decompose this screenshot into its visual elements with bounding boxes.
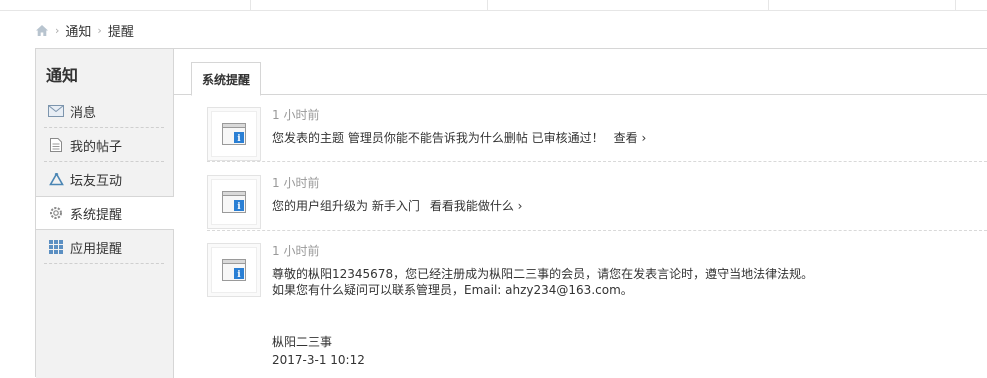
notice-avatar: i (207, 107, 261, 161)
sidebar-item-messages[interactable]: 消息 (36, 94, 173, 128)
sidebar-item-label: 我的帖子 (70, 139, 123, 155)
breadcrumb-item-notice[interactable]: 通知 (65, 21, 91, 40)
notice-item: i 1 小时前 尊敬的枞阳12345678，您已经注册成为枞阳二三事的会员，请您… (207, 237, 987, 378)
notice-text: 您的用户组升级为 新手入门 (272, 199, 420, 213)
top-strip-divider (768, 0, 769, 11)
sidebar-item-label: 应用提醒 (70, 241, 123, 257)
document-icon (48, 138, 64, 152)
top-strip-divider (955, 0, 956, 11)
notice-text: 您发表的主题 管理员你能不能告诉我为什么删帖 已审核通过！ (272, 131, 604, 145)
notice-item: i 1 小时前 您的用户组升级为 新手入门 看看我能做什么 › (207, 169, 987, 231)
system-notice-icon: i (211, 111, 257, 157)
notice-avatar: i (207, 243, 261, 297)
svg-text:i: i (237, 134, 241, 144)
breadcrumb-separator: › (97, 23, 102, 37)
breadcrumb-item-reminder[interactable]: 提醒 (108, 21, 134, 40)
sidebar-title: 通知 (46, 66, 79, 85)
breadcrumb-separator: › (55, 23, 60, 37)
svg-text:i: i (237, 270, 241, 280)
sidebar: 通知 消息 我的帖子 坛友互动 系统提醒 应用提醒 (36, 49, 174, 378)
recycle-icon (48, 172, 64, 186)
content-area: 系统提醒 i 1 小时前 您发表的主题 管理员你能不能告诉我为什么删帖 已审核通… (174, 49, 987, 378)
tab-system-reminder[interactable]: 系统提醒 (191, 62, 262, 96)
sidebar-item-label: 消息 (70, 105, 97, 121)
sidebar-item-interaction[interactable]: 坛友互动 (36, 162, 173, 196)
notice-time: 1 小时前 (272, 108, 320, 122)
notice-text: 尊敬的枞阳12345678，您已经注册成为枞阳二三事的会员，请您在发表言论时，遵… (272, 267, 814, 281)
breadcrumb: › 通知 › 提醒 (35, 20, 134, 40)
grid-icon (48, 240, 64, 254)
divider (44, 263, 164, 264)
sidebar-item-label: 系统提醒 (70, 207, 123, 223)
gear-icon (48, 206, 64, 220)
sidebar-item-app-reminder[interactable]: 应用提醒 (36, 230, 173, 264)
sidebar-item-my-posts[interactable]: 我的帖子 (36, 128, 173, 162)
view-link[interactable]: 查看 › (614, 131, 647, 145)
notice-avatar: i (207, 175, 261, 229)
main-frame: 通知 消息 我的帖子 坛友互动 系统提醒 应用提醒 系统提醒 i 1 小时前 您… (35, 48, 987, 378)
notice-time: 1 小时前 (272, 244, 320, 258)
notice-text-line2: 如果您有什么疑问可以联系管理员，Email: ahzy234@163.com。 (272, 283, 633, 297)
home-icon[interactable] (35, 24, 49, 37)
notice-item: i 1 小时前 您发表的主题 管理员你能不能告诉我为什么删帖 已审核通过！ 查看 … (207, 101, 987, 162)
top-strip-divider (250, 0, 251, 11)
sidebar-item-system-reminder[interactable]: 系统提醒 (36, 196, 174, 230)
system-notice-icon: i (211, 179, 257, 225)
sidebar-item-label: 坛友互动 (70, 173, 123, 189)
notice-time: 1 小时前 (272, 176, 320, 190)
top-strip-divider (487, 0, 488, 11)
notice-date: 2017-3-1 10:12 (272, 353, 365, 367)
top-strip (0, 0, 987, 11)
system-notice-icon: i (211, 247, 257, 293)
notice-signature: 枞阳二三事 (272, 335, 333, 349)
envelope-icon (48, 104, 64, 118)
tab-bar: 系统提醒 (174, 49, 987, 96)
what-can-i-do-link[interactable]: 看看我能做什么 › (430, 199, 523, 213)
svg-text:i: i (237, 202, 241, 212)
